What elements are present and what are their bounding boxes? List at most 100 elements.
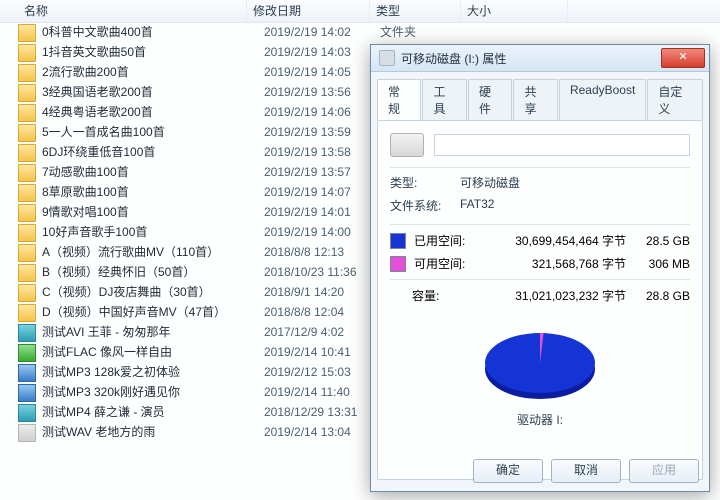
drive-fs-label: 文件系统: xyxy=(390,197,460,214)
column-header-name[interactable]: 名称 xyxy=(18,0,247,22)
file-date: 2018/10/23 11:36 xyxy=(264,262,380,282)
file-date: 2018/8/8 12:13 xyxy=(264,242,380,262)
file-name: 1抖音英文歌曲50首 xyxy=(42,42,264,62)
drive-type-label: 类型: xyxy=(390,174,460,191)
apply-button[interactable]: 应用 xyxy=(629,459,699,483)
tab-general-panel: 类型: 可移动磁盘 文件系统: FAT32 已用空间: 30,699,454,4… xyxy=(377,120,703,480)
file-date: 2018/9/1 14:20 xyxy=(264,282,380,302)
file-date: 2019/2/19 13:57 xyxy=(264,162,380,182)
used-space-label: 已用空间: xyxy=(414,232,472,249)
tab-0[interactable]: 常规 xyxy=(377,79,421,121)
tab-4[interactable]: ReadyBoost xyxy=(559,79,646,121)
capacity-row: 容量: 31,021,023,232 字节 28.8 GB xyxy=(390,284,690,307)
drive-name-row xyxy=(390,131,690,168)
used-space-human: 28.5 GB xyxy=(634,234,690,248)
file-name: 0科普中文歌曲400首 xyxy=(42,22,264,42)
folder-icon xyxy=(18,164,36,182)
file-date: 2019/2/19 14:07 xyxy=(264,182,380,202)
file-name: 测试MP4 薛之谦 - 演员 xyxy=(42,402,264,422)
folder-icon xyxy=(18,284,36,302)
properties-dialog: 可移动磁盘 (I:) 属性 ✕ 常规工具硬件共享ReadyBoost自定义 类型… xyxy=(370,44,710,492)
audio-green-icon xyxy=(18,344,36,362)
dialog-button-row: 确定 取消 应用 xyxy=(473,459,699,483)
file-name: 测试AVI 王菲 - 匆匆那年 xyxy=(42,322,264,342)
file-date: 2018/12/29 13:31 xyxy=(264,402,380,422)
folder-icon xyxy=(18,184,36,202)
drive-fs-value: FAT32 xyxy=(460,197,690,214)
drive-type-value: 可移动磁盘 xyxy=(460,174,690,191)
tab-1[interactable]: 工具 xyxy=(422,79,466,121)
free-space-swatch xyxy=(390,256,406,272)
file-name: D（视频）中国好声音MV（47首） xyxy=(42,302,264,322)
ok-button[interactable]: 确定 xyxy=(473,459,543,483)
file-name: 6DJ环绕重低音100首 xyxy=(42,142,264,162)
tab-3[interactable]: 共享 xyxy=(513,79,557,121)
folder-icon xyxy=(18,84,36,102)
drive-large-icon xyxy=(390,133,424,157)
capacity-pie-chart xyxy=(470,319,610,409)
file-date: 2019/2/19 13:56 xyxy=(264,82,380,102)
drive-icon xyxy=(379,50,395,66)
file-date: 2019/2/19 14:03 xyxy=(264,42,380,62)
folder-icon xyxy=(18,224,36,242)
file-name: A（视频）流行歌曲MV（110首） xyxy=(42,242,264,262)
file-name: 8草原歌曲100首 xyxy=(42,182,264,202)
file-gray-icon xyxy=(18,424,36,442)
list-item[interactable]: 0科普中文歌曲400首2019/2/19 14:02文件夹 xyxy=(0,22,720,42)
capacity-label: 容量: xyxy=(412,287,470,304)
file-name: 10好声音歌手100首 xyxy=(42,222,264,242)
used-space-row: 已用空间: 30,699,454,464 字节 28.5 GB xyxy=(390,229,690,252)
free-space-bytes: 321,568,768 字节 xyxy=(472,255,634,272)
file-date: 2018/8/8 12:04 xyxy=(264,302,380,322)
file-name: 9情歌对唱100首 xyxy=(42,202,264,222)
file-size xyxy=(464,22,572,42)
tab-2[interactable]: 硬件 xyxy=(468,79,512,121)
video-icon xyxy=(18,324,36,342)
video-icon xyxy=(18,404,36,422)
free-space-human: 306 MB xyxy=(634,257,690,271)
audio-blue-icon xyxy=(18,384,36,402)
file-name: 测试FLAC 像风一样自由 xyxy=(42,342,264,362)
file-date: 2019/2/14 13:04 xyxy=(264,422,380,442)
file-type: 文件夹 xyxy=(380,22,464,42)
folder-icon xyxy=(18,144,36,162)
file-date: 2019/2/19 14:06 xyxy=(264,102,380,122)
column-header-size[interactable]: 大小 xyxy=(461,0,568,22)
file-date: 2019/2/14 10:41 xyxy=(264,342,380,362)
folder-icon xyxy=(18,44,36,62)
tab-5[interactable]: 自定义 xyxy=(647,79,703,121)
drive-type-row: 类型: 可移动磁盘 xyxy=(390,168,690,197)
file-name: 5一人一首成名曲100首 xyxy=(42,122,264,142)
capacity-bytes: 31,021,023,232 字节 xyxy=(470,287,634,304)
file-name: 测试MP3 128k爱之初体验 xyxy=(42,362,264,382)
dialog-title: 可移动磁盘 (I:) 属性 xyxy=(401,50,661,67)
file-date: 2019/2/19 14:02 xyxy=(264,22,380,42)
file-date: 2019/2/14 11:40 xyxy=(264,382,380,402)
dialog-titlebar[interactable]: 可移动磁盘 (I:) 属性 ✕ xyxy=(371,45,709,72)
drive-name-input[interactable] xyxy=(434,134,690,156)
cancel-button[interactable]: 取消 xyxy=(551,459,621,483)
folder-icon xyxy=(18,24,36,42)
column-header-date[interactable]: 修改日期 xyxy=(247,0,370,22)
capacity-human: 28.8 GB xyxy=(634,289,690,303)
file-name: 4经典粤语老歌200首 xyxy=(42,102,264,122)
file-name: 2流行歌曲200首 xyxy=(42,62,264,82)
file-name: 3经典国语老歌200首 xyxy=(42,82,264,102)
pie-caption: 驱动器 I: xyxy=(390,411,690,428)
used-space-bytes: 30,699,454,464 字节 xyxy=(472,232,634,249)
free-space-label: 可用空间: xyxy=(414,255,472,272)
free-space-row: 可用空间: 321,568,768 字节 306 MB xyxy=(390,252,690,275)
folder-icon xyxy=(18,304,36,322)
column-header-type[interactable]: 类型 xyxy=(370,0,461,22)
file-date: 2019/2/19 13:59 xyxy=(264,122,380,142)
audio-blue-icon xyxy=(18,364,36,382)
used-space-swatch xyxy=(390,233,406,249)
file-date: 2019/2/19 14:01 xyxy=(264,202,380,222)
close-button[interactable]: ✕ xyxy=(661,48,705,68)
drive-fs-row: 文件系统: FAT32 xyxy=(390,197,690,220)
folder-icon xyxy=(18,204,36,222)
file-date: 2019/2/19 14:05 xyxy=(264,62,380,82)
folder-icon xyxy=(18,244,36,262)
folder-icon xyxy=(18,64,36,82)
folder-icon xyxy=(18,264,36,282)
